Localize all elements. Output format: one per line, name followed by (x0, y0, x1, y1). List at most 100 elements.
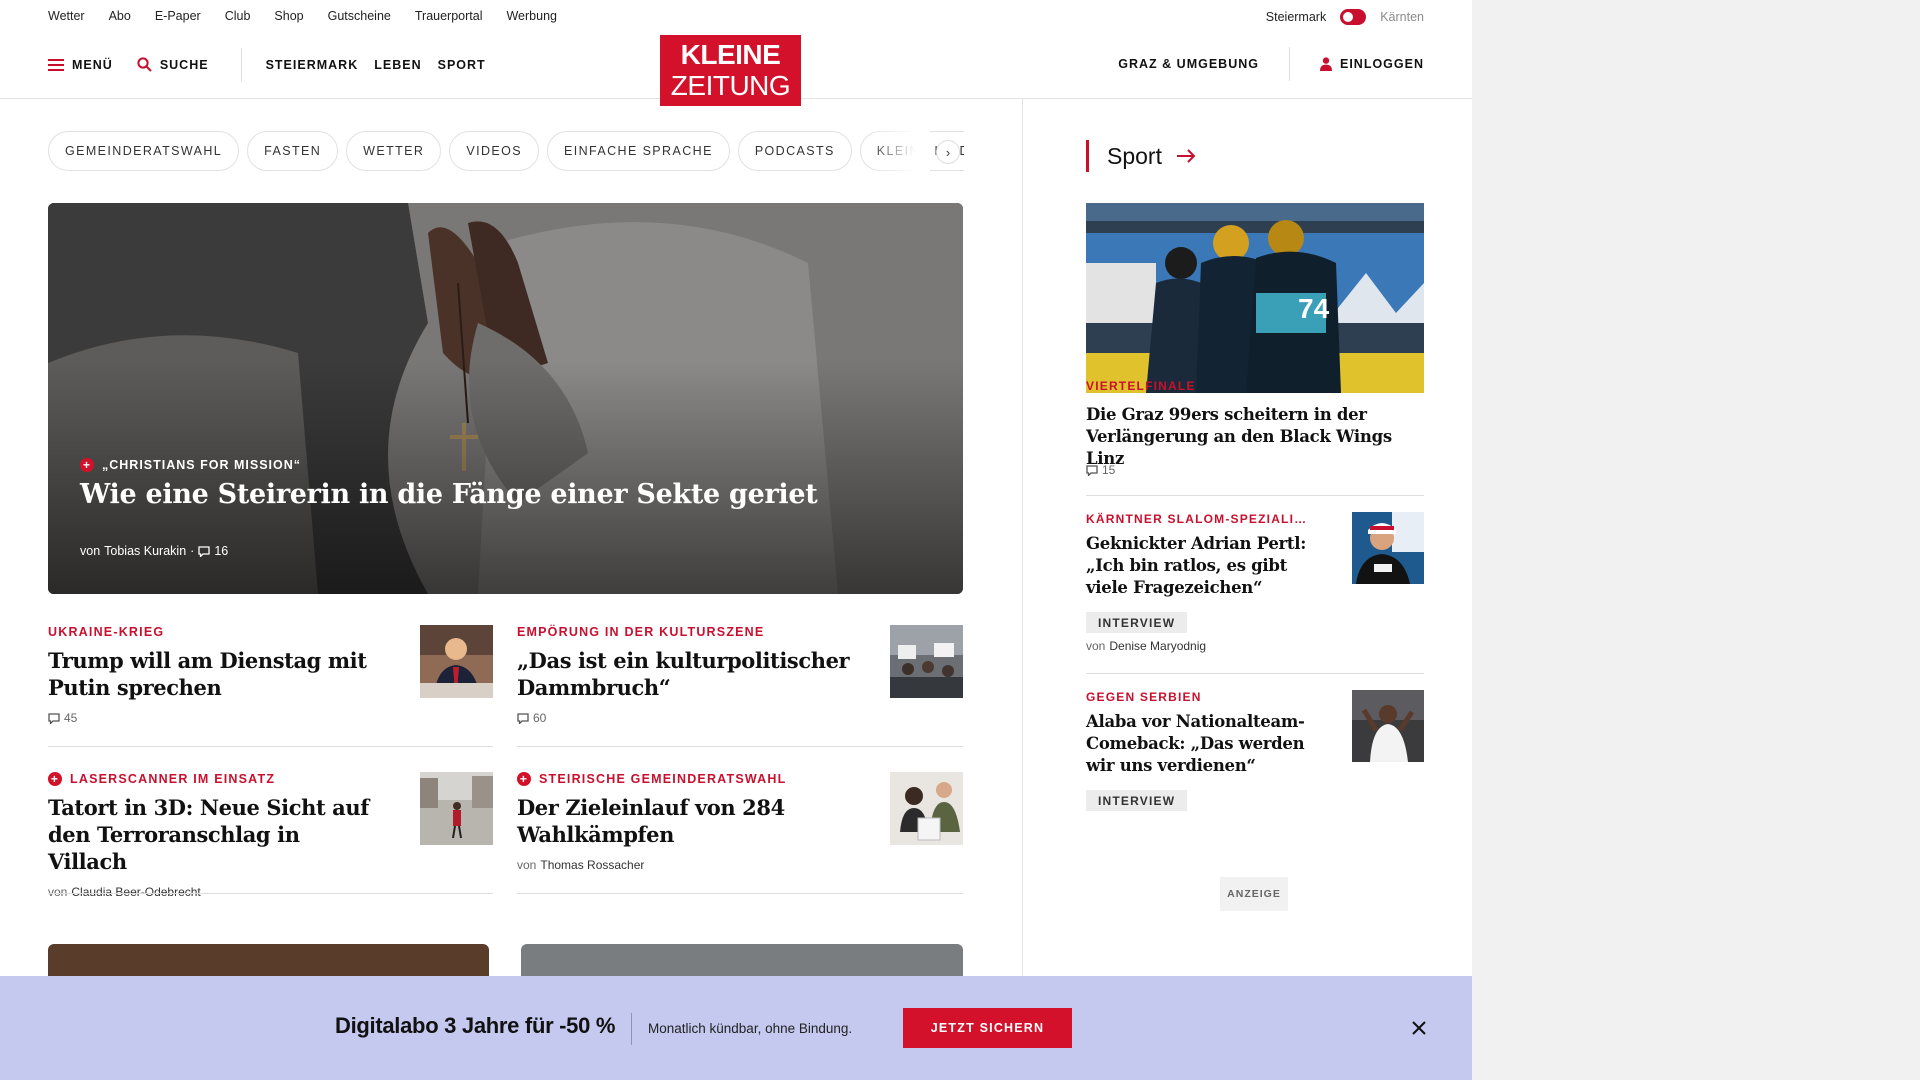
article-thumbnail (890, 772, 963, 845)
logo-line-1: KLEINE (680, 39, 781, 70)
chip-einfache-sprache[interactable]: EINFACHE SPRACHE (546, 131, 730, 171)
page-gutter (1472, 0, 1920, 1080)
nav-sport[interactable]: SPORT (438, 58, 486, 72)
article-meta: von Thomas Rossacher (517, 858, 963, 872)
chips-fade (870, 131, 930, 171)
user-icon (1319, 57, 1332, 71)
region-steiermark[interactable]: Steiermark (1266, 10, 1326, 24)
chips-next-button[interactable]: › (936, 140, 960, 164)
meta-dot: · (190, 544, 195, 558)
article-meta: 60 (517, 711, 963, 725)
chip-gemeinderatswahl[interactable]: GEMEINDERATSWAHL (48, 131, 240, 171)
login-button[interactable]: EINLOGGEN (1319, 57, 1424, 71)
site-logo[interactable]: KLEINE ZEITUNG (660, 35, 801, 106)
search-label: SUCHE (159, 57, 209, 72)
utility-link-epaper[interactable]: E-Paper (155, 9, 201, 23)
nav-steiermark[interactable]: STEIERMARK (266, 58, 359, 72)
utility-link-shop[interactable]: Shop (274, 9, 303, 23)
hero-author[interactable]: Tobias Kurakin (104, 544, 186, 558)
region-kaernten[interactable]: Kärnten (1380, 10, 1424, 24)
sport-lead-meta: 15 (1086, 463, 1115, 477)
secondary-nav: GRAZ & UMGEBUNG EINLOGGEN (1118, 47, 1424, 81)
article-thumbnail (420, 625, 493, 698)
comment-count[interactable]: 60 (533, 711, 546, 725)
hero-comment-count[interactable]: 16 (214, 544, 228, 558)
utility-links: Wetter Abo E-Paper Club Shop Gutscheine … (48, 9, 557, 23)
comment-icon (1086, 464, 1098, 476)
hero-title[interactable]: Wie eine Steirerin in die Fänge einer Se… (80, 479, 818, 510)
comment-icon (48, 712, 60, 724)
article-card[interactable]: UKRAINE-KRIEG Trump will am Dienstag mit… (48, 625, 493, 725)
search-button[interactable]: SUCHE (137, 57, 209, 72)
chip-fasten[interactable]: FASTEN (247, 131, 339, 171)
hero-shade (48, 203, 963, 594)
card-divider (48, 893, 493, 894)
primary-nav: MENÜ SUCHE STEIERMARK LEBEN SPORT (48, 47, 502, 82)
article-card[interactable]: + STEIRISCHE GEMEINDERATSWAHL Der Zielei… (517, 772, 963, 872)
comment-count[interactable]: 15 (1102, 463, 1115, 477)
article-card[interactable]: + LASERSCANNER IM EINSATZ Tatort in 3D: … (48, 772, 493, 899)
hero-author-prefix: von (80, 544, 101, 558)
author-name[interactable]: Denise Maryodnig (1109, 639, 1206, 653)
sidebar-divider (1086, 673, 1424, 674)
promo-divider (631, 1013, 632, 1045)
article-thumbnail (420, 772, 493, 845)
chevron-right-icon: › (945, 144, 951, 160)
plus-premium-icon: + (48, 772, 62, 786)
hero-article[interactable]: + „CHRISTIANS FOR MISSION“ Wie eine Stei… (48, 203, 963, 594)
article-meta: 45 (48, 711, 493, 725)
sidebar-item-headline[interactable]: Geknickter Adrian Pertl: „Ich bin ratlos… (1086, 533, 1316, 599)
sidebar-item-thumbnail[interactable] (1352, 690, 1424, 762)
close-icon (1412, 1021, 1426, 1035)
chip-wetter[interactable]: WETTER (346, 131, 442, 171)
promo-subtitle: Monatlich kündbar, ohne Bindung. (648, 1021, 853, 1036)
author-prefix: von (48, 885, 68, 899)
utility-link-club[interactable]: Club (225, 9, 251, 23)
login-label: EINLOGGEN (1339, 57, 1424, 71)
page: Wetter Abo E-Paper Club Shop Gutscheine … (0, 0, 1472, 1080)
hero-meta: von Tobias Kurakin · 16 (80, 544, 228, 558)
promo-close-button[interactable] (1407, 1016, 1431, 1040)
promo-cta-button[interactable]: JETZT SICHERN (903, 1008, 1072, 1048)
menu-label: MENÜ (72, 57, 113, 72)
utility-link-gutscheine[interactable]: Gutscheine (328, 9, 391, 23)
author-prefix: von (517, 858, 537, 872)
card-divider (517, 893, 963, 894)
search-icon (137, 57, 152, 72)
arrow-right-icon (1176, 149, 1196, 163)
article-card[interactable]: EMPÖRUNG IN DER KULTURSZENE „Das ist ein… (517, 625, 963, 725)
sidebar-item-headline[interactable]: Alaba vor Nationalteam-Comeback: „Das we… (1086, 711, 1316, 777)
sport-lead-headline[interactable]: Die Graz 99ers scheitern in der Verlänge… (1086, 404, 1424, 470)
comment-count[interactable]: 45 (64, 711, 77, 725)
sport-section-link[interactable]: Sport (1086, 140, 1196, 172)
chip-videos[interactable]: VIDEOS (449, 131, 539, 171)
nav-divider (240, 47, 242, 82)
article-headline[interactable]: Trump will am Dienstag mit Putin spreche… (48, 647, 378, 701)
hero-kicker-text: „CHRISTIANS FOR MISSION“ (102, 458, 302, 472)
utility-link-trauerportal[interactable]: Trauerportal (415, 9, 483, 23)
hero-kicker: + „CHRISTIANS FOR MISSION“ (80, 458, 301, 472)
promo-title: Digitalabo 3 Jahre für -50 % (335, 1013, 616, 1038)
sidebar-item-kicker: KÄRNTNER SLALOM-SPEZIALI… (1086, 512, 1308, 526)
utility-link-abo[interactable]: Abo (109, 9, 131, 23)
author-name[interactable]: Thomas Rossacher (540, 858, 644, 872)
nav-graz-umgebung[interactable]: GRAZ & UMGEBUNG (1118, 57, 1259, 71)
sidebar-item-meta: von Denise Maryodnig (1086, 639, 1206, 653)
sidebar-divider (1086, 495, 1424, 496)
hamburger-icon (48, 58, 64, 71)
sport-lead-image[interactable]: 74 (1086, 203, 1424, 393)
interview-badge: INTERVIEW (1086, 612, 1188, 633)
sidebar-item-thumbnail[interactable] (1352, 512, 1424, 584)
article-headline[interactable]: „Das ist ein kulturpolitischer Dammbruch… (517, 647, 857, 701)
utility-link-werbung[interactable]: Werbung (506, 9, 557, 23)
section-title: Sport (1107, 142, 1162, 169)
region-toggle[interactable] (1340, 9, 1367, 25)
article-headline[interactable]: Der Zieleinlauf von 284 Wahlkämpfen (517, 794, 847, 848)
chip-podcasts[interactable]: PODCASTS (737, 131, 852, 171)
author-name[interactable]: Claudia Beer-Odebrecht (71, 885, 200, 899)
menu-button[interactable]: MENÜ (48, 58, 113, 72)
utility-link-wetter[interactable]: Wetter (48, 9, 85, 23)
article-headline[interactable]: Tatort in 3D: Neue Sicht auf den Terrora… (48, 794, 378, 875)
article-kicker-text: STEIRISCHE GEMEINDERATSWAHL (539, 772, 787, 786)
nav-leben[interactable]: LEBEN (374, 58, 421, 72)
